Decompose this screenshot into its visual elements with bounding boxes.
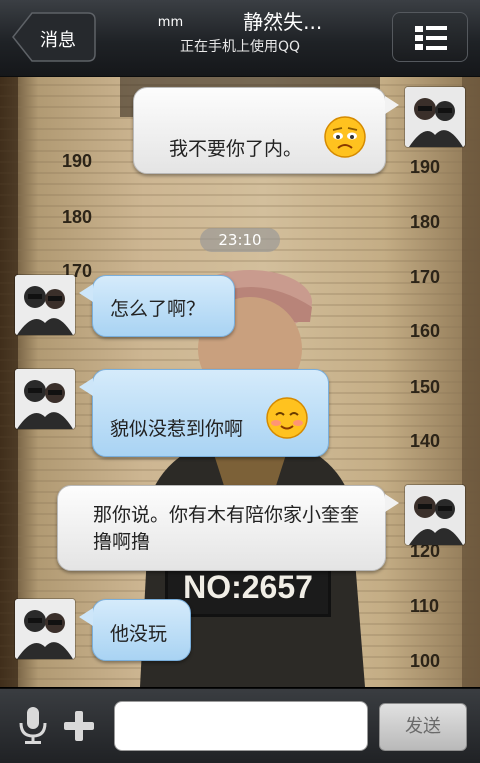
message-timestamp: 23:10 xyxy=(200,228,280,252)
chat-menu-button[interactable] xyxy=(392,12,468,62)
message-text: 我不要你了内。 xyxy=(169,138,303,160)
back-button[interactable]: 消息 xyxy=(12,12,96,62)
bubble-tail xyxy=(79,378,93,396)
message-text: 他没玩 xyxy=(110,623,168,645)
message-text: 怎么了啊？ xyxy=(110,298,206,320)
plus-icon[interactable] xyxy=(62,709,96,743)
smile-face-emoji xyxy=(266,397,308,439)
back-label: 消息 xyxy=(40,30,76,51)
height-mark: 180 xyxy=(410,212,441,232)
contact-name: 静然失... xyxy=(243,10,323,34)
height-mark: 160 xyxy=(410,321,441,341)
contact-status: 正在手机上使用QQ xyxy=(179,39,301,55)
height-mark: 170 xyxy=(410,267,441,287)
bubble-tail xyxy=(79,608,93,626)
message-bubble-received[interactable]: 他没玩 xyxy=(92,599,191,661)
microphone-icon[interactable] xyxy=(18,707,48,745)
contact-avatar[interactable] xyxy=(15,275,75,335)
bubble-tail xyxy=(79,284,93,302)
message-bubble-received[interactable]: 怎么了啊？ xyxy=(92,275,235,337)
my-avatar[interactable] xyxy=(405,87,465,147)
height-mark: 150 xyxy=(410,377,441,397)
avatar-couple-photo xyxy=(405,87,465,147)
height-mark: 190 xyxy=(62,151,93,171)
bubble-tail xyxy=(385,494,399,512)
bubble-tail xyxy=(385,96,399,114)
message-text: 貌似没惹到你啊 xyxy=(110,418,244,440)
message-bubble-sent[interactable]: 那你说。你有木有陪你家小奎奎撸啊撸 xyxy=(57,485,386,571)
message-input[interactable] xyxy=(114,701,368,751)
avatar-couple-photo xyxy=(15,369,75,429)
height-mark: 190 xyxy=(410,157,441,177)
avatar-couple-photo xyxy=(405,485,465,545)
message-bubble-received[interactable]: 貌似没惹到你啊 xyxy=(92,369,329,457)
my-avatar[interactable] xyxy=(405,485,465,545)
chat-title-area: mm 静然失... 正在手机上使用QQ xyxy=(110,8,370,68)
contact-avatar[interactable] xyxy=(15,599,75,659)
message-bubble-sent[interactable]: 我不要你了内。 xyxy=(133,87,386,174)
sad-face-emoji xyxy=(324,116,366,158)
list-menu-icon xyxy=(415,26,447,50)
message-input-bar: 发送 xyxy=(0,688,480,763)
height-mark: 140 xyxy=(410,431,441,451)
avatar-couple-photo xyxy=(15,599,75,659)
chat-header: 消息 mm 静然失... 正在手机上使用QQ xyxy=(0,0,480,77)
height-mark: 180 xyxy=(62,207,93,227)
contact-avatar[interactable] xyxy=(15,369,75,429)
height-mark: 110 xyxy=(410,596,440,616)
height-mark: 100 xyxy=(410,651,441,671)
contact-name-prefix: mm xyxy=(157,15,184,30)
send-button[interactable]: 发送 xyxy=(379,703,467,751)
avatar-couple-photo xyxy=(15,275,75,335)
message-text: 那你说。你有木有陪你家小奎奎撸啊撸 xyxy=(93,504,360,553)
chat-background[interactable]: 190 190 180 180 170 170 160 150 140 120 … xyxy=(0,77,480,687)
